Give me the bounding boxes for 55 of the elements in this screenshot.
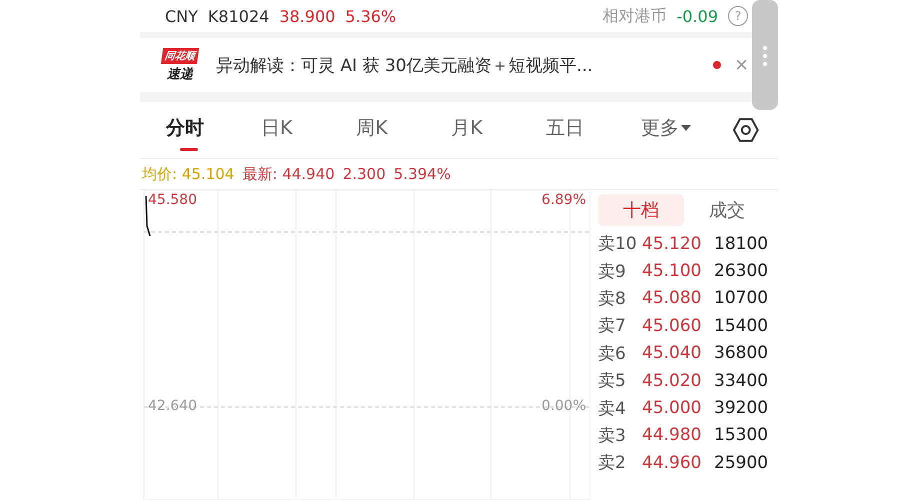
ask-price: 45.080 (642, 288, 702, 308)
ask-volume: 26300 (714, 261, 770, 282)
ask-level: 卖9 (598, 260, 627, 283)
relative-label: 相对港币 (602, 6, 667, 26)
ask-volume: 25900 (714, 452, 770, 473)
ask-volume: 15300 (714, 425, 770, 446)
ask-level: 卖6 (598, 342, 627, 365)
chart-tab[interactable]: 日K (257, 107, 352, 153)
relative-value: -0.09 (676, 6, 718, 26)
ask-volume: 10700 (714, 288, 770, 308)
axis-high-price: 45.580 (148, 192, 197, 208)
price-value: 38.900 (279, 6, 336, 26)
ask-volume: 39200 (714, 398, 770, 418)
axis-high-percent: 6.89% (542, 192, 586, 208)
caret-icon (681, 125, 692, 131)
currency-label: CNY (165, 6, 198, 26)
ask-level: 卖10 (598, 233, 638, 256)
ask-level: 卖4 (598, 398, 627, 420)
logo-caption: 速递 (167, 66, 193, 82)
ask-level: 卖3 (598, 424, 627, 447)
price-change: 2.300 (342, 165, 386, 183)
ask-price: 45.000 (642, 398, 702, 418)
ask-level: 卖2 (598, 452, 627, 474)
logo-badge: 同花顺 (160, 48, 200, 64)
news-headline[interactable]: 异动解读：可灵 AI 获 30亿美元融资＋短视频平... (216, 54, 702, 76)
axis-base-percent: 0.00% (542, 398, 586, 414)
chart-tab[interactable]: 周K (352, 107, 448, 153)
order-book-tab[interactable]: 十档 (598, 194, 684, 226)
ask-level: 卖7 (598, 315, 627, 338)
ask-level: 卖5 (598, 370, 627, 392)
change-percent: 5.36% (345, 6, 396, 26)
ask-volume: 18100 (714, 234, 770, 254)
ask-price: 45.060 (642, 316, 702, 336)
ask-price: 44.980 (642, 425, 702, 446)
latest-price: 最新: 44.940 (242, 164, 335, 184)
chart-tab[interactable]: 分时 (162, 107, 258, 153)
order-book-tab[interactable]: 成交 (684, 194, 770, 226)
side-handle[interactable] (752, 0, 778, 110)
ask-price: 45.040 (642, 343, 702, 364)
ask-price: 45.100 (642, 261, 702, 282)
more-dropdown[interactable]: 更多 (637, 107, 732, 153)
ask-price: 45.120 (642, 234, 702, 254)
axis-base-price: 42.640 (148, 398, 197, 414)
ask-volume: 15400 (714, 316, 770, 336)
average-price: 均价: 45.104 (142, 164, 234, 184)
ask-price: 44.960 (642, 452, 702, 473)
price-change-percent: 5.394% (394, 165, 451, 183)
settings-icon[interactable] (732, 117, 760, 143)
chart-tab[interactable]: 五日 (542, 107, 638, 153)
ask-volume: 36800 (714, 343, 770, 364)
chart-tab[interactable]: 月K (447, 107, 542, 153)
ask-level: 卖8 (598, 288, 627, 310)
ask-volume: 33400 (714, 370, 770, 391)
ask-price: 45.020 (642, 370, 702, 391)
stock-code: K81024 (208, 6, 270, 26)
